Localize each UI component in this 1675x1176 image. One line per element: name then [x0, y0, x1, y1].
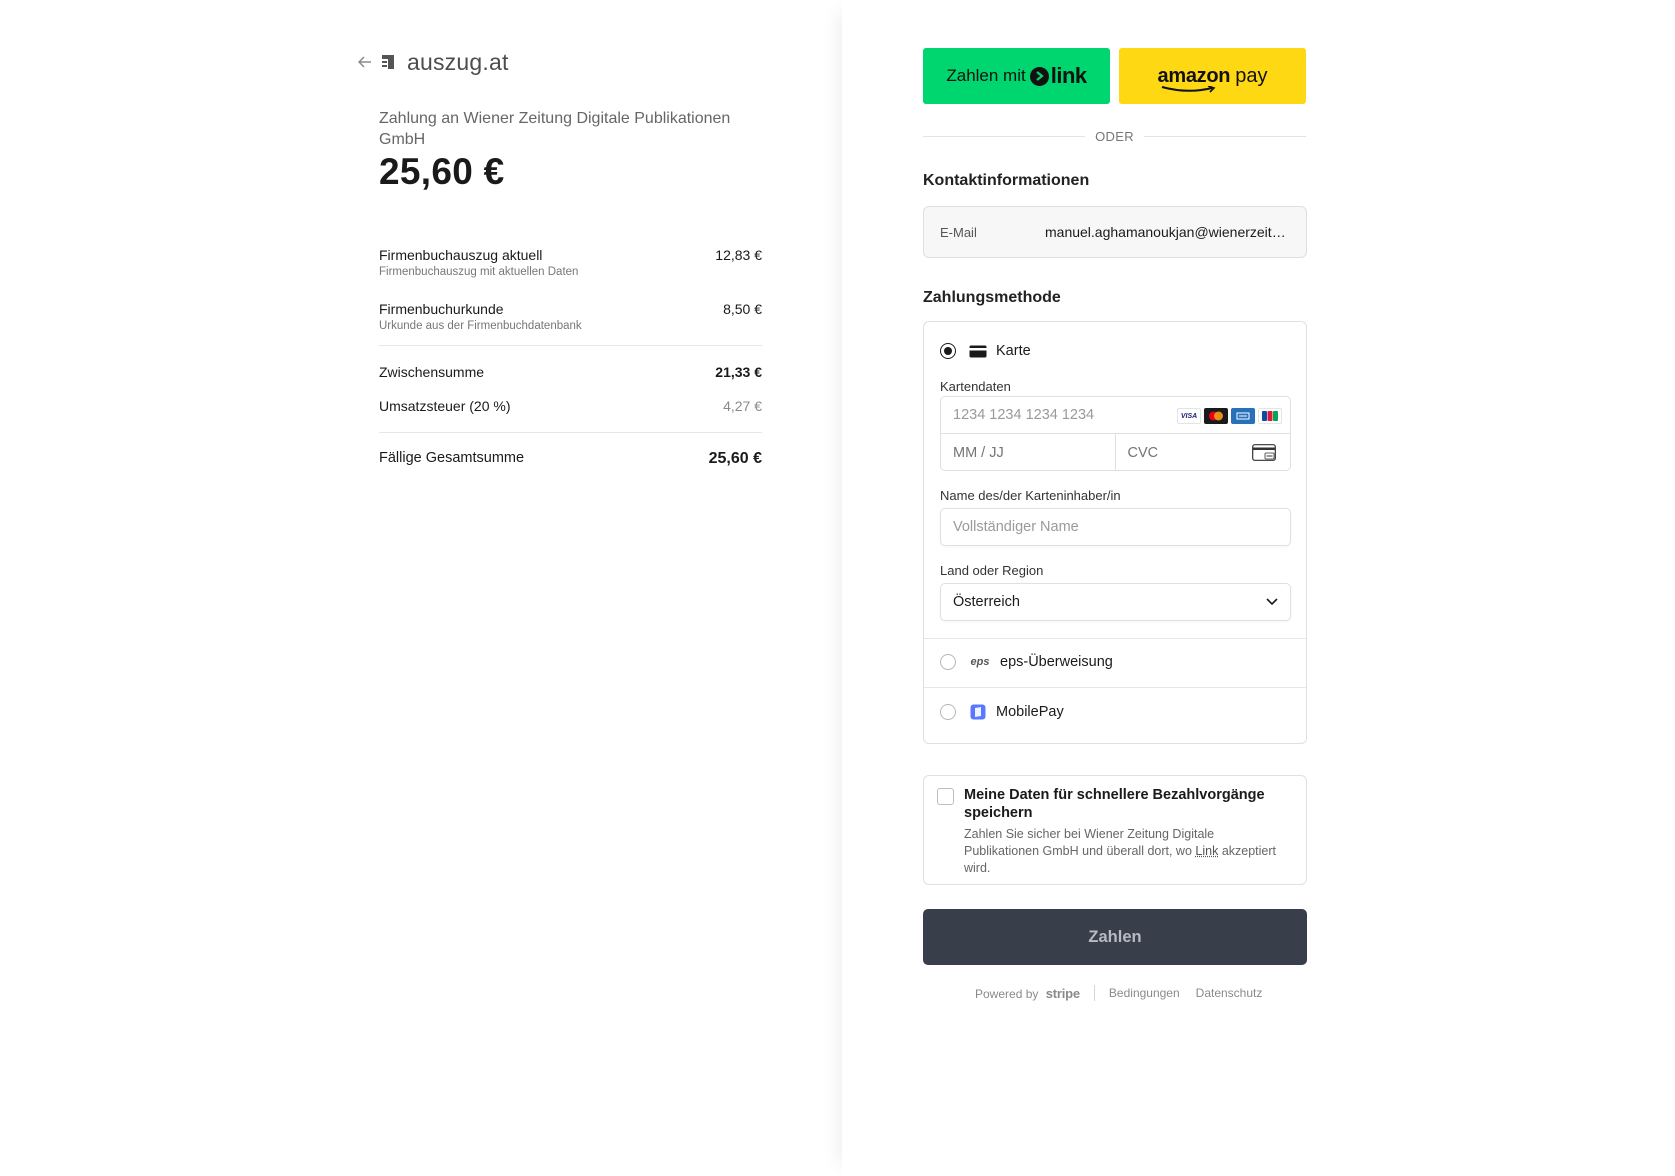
amazon-smile-icon	[1161, 85, 1216, 93]
link-arrow-icon	[1029, 66, 1049, 86]
total-amount: 25,60 €	[379, 151, 505, 192]
payment-method-title: Zahlungsmethode	[923, 289, 1061, 306]
summary-divider	[379, 345, 762, 346]
order-summary-pane: auszug.at Zahlung an Wiener Zeitung Digi…	[0, 0, 842, 1176]
stripe-logo: stripe	[1045, 985, 1080, 1001]
brand-header: auszug.at	[358, 48, 509, 76]
contact-title: Kontaktinformationen	[923, 172, 1090, 189]
cvc-input[interactable]	[1127, 444, 1248, 461]
expiry-cell	[941, 434, 1116, 471]
subtotal-label: Zwischensumme	[379, 364, 485, 380]
cardholder-input[interactable]	[953, 519, 1278, 535]
total-label: Fällige Gesamtsumme	[379, 450, 525, 466]
save-details-description: Zahlen Sie sicher bei Wiener Zeitung Dig…	[964, 826, 1284, 877]
or-label: ODER	[1095, 128, 1134, 144]
eps-radio[interactable]	[940, 654, 956, 670]
powered-by-text: Powered by	[975, 986, 1039, 1001]
chevron-down-icon	[1266, 598, 1278, 606]
country-label: Land oder Region	[940, 563, 1044, 578]
line-item-price: 12,83 €	[715, 247, 762, 263]
mobilepay-radio[interactable]	[940, 704, 956, 720]
line-item-price: 8,50 €	[723, 301, 762, 317]
link-info-link[interactable]: Link	[1195, 844, 1218, 858]
link-button-prefix: Zahlen mit	[946, 66, 1026, 85]
pay-with-link-button[interactable]: Zahlen mit link	[923, 48, 1110, 104]
tax-row: Umsatzsteuer (20 %) 4,27 €	[379, 398, 762, 414]
line-items: Firmenbuchauszug aktuell Firmenbuchauszu…	[379, 246, 762, 354]
save-details-title: Meine Daten für schnellere Bezahlvorgäng…	[964, 787, 1265, 821]
email-label: E-Mail	[940, 224, 977, 240]
amex-icon	[1231, 408, 1255, 424]
cardholder-field	[940, 508, 1291, 546]
back-arrow-icon[interactable]	[358, 54, 374, 70]
save-details-checkbox[interactable]	[937, 788, 954, 805]
card-data-label: Kartendaten	[940, 379, 1011, 394]
privacy-link[interactable]: Datenschutz	[1196, 986, 1263, 1000]
card-radio[interactable]	[940, 343, 956, 359]
expiry-input[interactable]	[953, 444, 1073, 461]
line-item-description: Urkunde aus der Firmenbuchdatenbank	[379, 320, 582, 332]
line-item-description: Firmenbuchauszug mit aktuellen Daten	[379, 266, 579, 278]
or-line-left	[923, 135, 1086, 137]
pay-button[interactable]: Zahlen	[923, 909, 1307, 965]
footer: Powered by stripe Bedingungen Datenschut…	[975, 985, 1262, 1001]
email-value: manuel.aghamanoukjan@wienerzeitung.at	[1045, 224, 1290, 240]
method-divider	[924, 638, 1306, 639]
card-label: Karte	[996, 343, 1031, 359]
line-item: Firmenbuchurkunde Urkunde aus der Firmen…	[379, 300, 762, 332]
payment-methods: Karte Kartendaten VISA	[923, 321, 1307, 744]
eps-label: eps-Überweisung	[1000, 654, 1113, 670]
cardholder-label: Name des/der Karteninhaber/in	[940, 488, 1121, 503]
auszug-logo-icon	[382, 55, 394, 69]
amazon-pay-button[interactable]: amazon pay	[1119, 48, 1306, 104]
cvc-card-icon	[1252, 444, 1276, 461]
pay-to-text: Zahlung an Wiener Zeitung Digitale Publi…	[379, 110, 731, 148]
method-divider	[924, 687, 1306, 688]
subtotal-row: Zwischensumme 21,33 €	[379, 364, 762, 380]
mobilepay-icon	[968, 704, 988, 720]
terms-link[interactable]: Bedingungen	[1109, 986, 1180, 1000]
save-desc-prefix: Zahlen Sie sicher bei Wiener Zeitung Dig…	[964, 827, 1215, 858]
method-mobilepay[interactable]: MobilePay	[940, 699, 1064, 725]
mobilepay-label: MobilePay	[996, 704, 1064, 720]
eps-logo-text: eps	[970, 656, 990, 668]
tax-value: 4,27 €	[723, 398, 762, 414]
country-value: Österreich	[953, 594, 1020, 610]
total-row: Fällige Gesamtsumme 25,60 €	[379, 450, 762, 468]
card-brands: VISA	[1177, 408, 1282, 424]
jcb-icon	[1258, 408, 1282, 424]
link-logo: link	[1029, 63, 1087, 89]
email-field[interactable]: E-Mail manuel.aghamanoukjan@wienerzeitun…	[923, 206, 1307, 258]
amazon-wordmark: amazon	[1157, 64, 1231, 93]
cvc-cell	[1116, 434, 1291, 471]
link-wordmark: link	[1050, 63, 1087, 88]
expiry-cvc-row	[941, 434, 1290, 471]
card-number-row: VISA	[941, 397, 1290, 434]
amazon-word: amazon	[1157, 64, 1231, 87]
method-card[interactable]: Karte	[940, 343, 1031, 359]
card-icon	[968, 343, 988, 359]
powered-by-link[interactable]: Powered by stripe	[975, 986, 1080, 1001]
merchant-name: auszug.at	[407, 48, 509, 75]
line-item-name: Firmenbuchurkunde	[379, 301, 504, 317]
mastercard-icon	[1204, 408, 1228, 424]
save-details-box: Meine Daten für schnellere Bezahlvorgäng…	[923, 775, 1307, 885]
line-item-name: Firmenbuchauszug aktuell	[379, 247, 543, 263]
card-number-input[interactable]	[953, 407, 1153, 423]
line-item: Firmenbuchauszug aktuell Firmenbuchauszu…	[379, 246, 762, 278]
or-line-right	[1143, 135, 1307, 137]
footer-separator	[1093, 985, 1095, 1001]
method-eps[interactable]: eps eps-Überweisung	[940, 649, 1113, 675]
amazon-pay-word: pay	[1235, 64, 1268, 87]
card-details-group: VISA	[940, 396, 1291, 471]
total-value: 25,60 €	[708, 450, 762, 467]
total-divider	[379, 432, 762, 433]
or-separator: ODER	[923, 127, 1307, 145]
eps-icon: eps	[968, 654, 992, 670]
visa-icon: VISA	[1177, 408, 1201, 424]
tax-label: Umsatzsteuer (20 %)	[379, 398, 511, 414]
subtotal-value: 21,33 €	[715, 364, 762, 380]
country-select[interactable]: Österreich	[940, 583, 1291, 621]
